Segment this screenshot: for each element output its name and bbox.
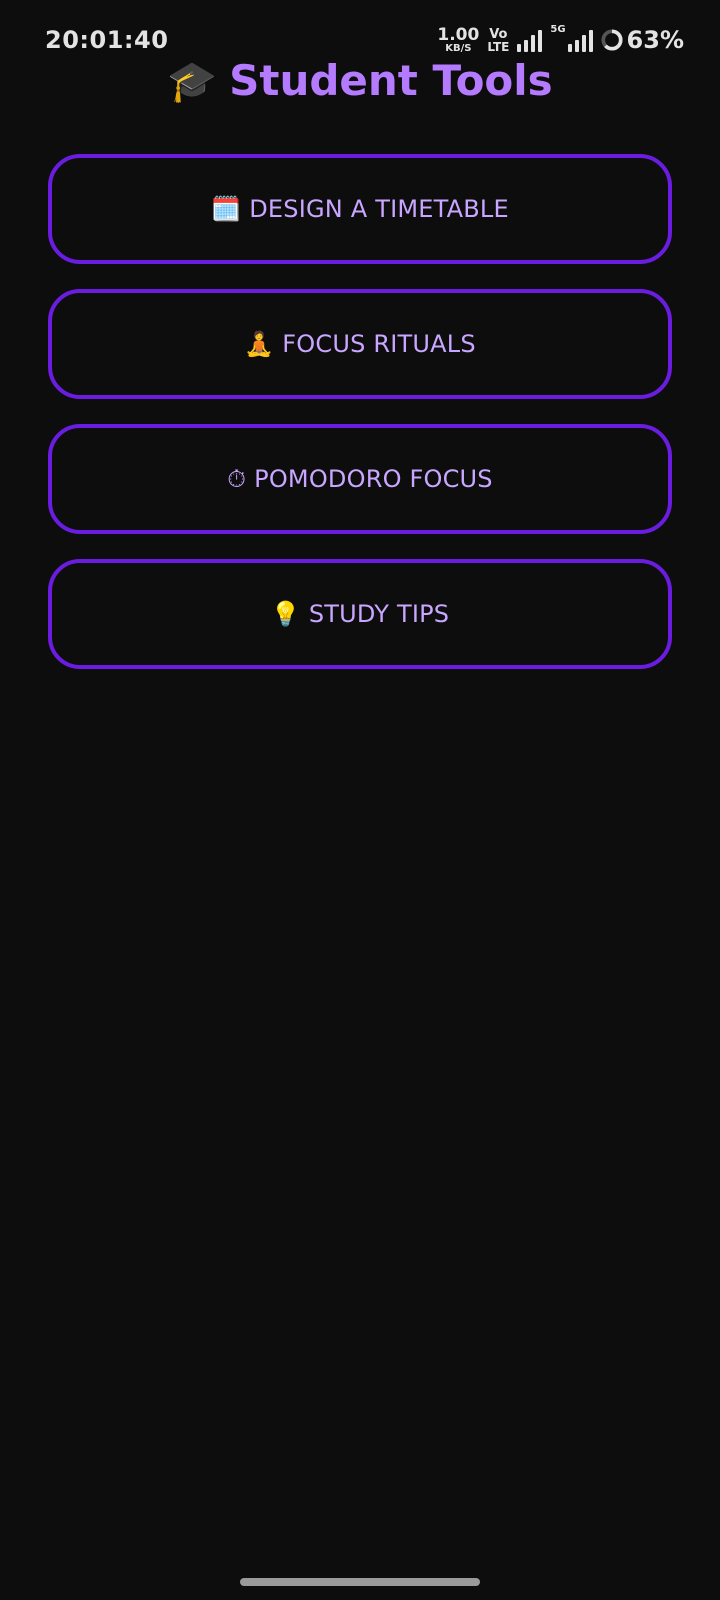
network-speed-unit: KB/S bbox=[445, 42, 472, 54]
study-tips-button[interactable]: 💡 STUDY TIPS bbox=[48, 559, 672, 669]
battery-percent: 63% bbox=[626, 26, 684, 54]
pomodoro-focus-button[interactable]: ⏱ POMODORO FOCUS bbox=[48, 424, 672, 534]
tool-button-label: STUDY TIPS bbox=[308, 600, 450, 628]
stopwatch-icon: ⏱ bbox=[227, 465, 247, 493]
calendar-icon: 🗓️ bbox=[211, 195, 242, 223]
status-time: 20:01:40 bbox=[45, 26, 169, 54]
tool-button-label: POMODORO FOCUS bbox=[254, 465, 493, 493]
volte-indicator: Vo LTE bbox=[487, 28, 509, 53]
volte-top: Vo bbox=[489, 26, 508, 42]
home-indicator[interactable] bbox=[240, 1578, 480, 1586]
network-speed: 1.00 KB/S bbox=[437, 24, 480, 54]
graduation-cap-icon: 🎓 bbox=[167, 59, 218, 105]
volte-bottom: LTE bbox=[487, 39, 510, 54]
battery-ring-icon bbox=[601, 29, 623, 51]
tool-list: 🗓️ DESIGN A TIMETABLE 🧘 FOCUS RITUALS ⏱ … bbox=[48, 154, 672, 694]
status-icons: 1.00 KB/S Vo LTE 5G 63% bbox=[437, 24, 684, 54]
network-gen-label: 5G bbox=[550, 24, 566, 35]
design-timetable-button[interactable]: 🗓️ DESIGN A TIMETABLE bbox=[48, 154, 672, 264]
page-title: 🎓 Student Tools bbox=[0, 56, 720, 105]
signal-icon-sim1 bbox=[517, 28, 543, 52]
meditation-icon: 🧘 bbox=[244, 330, 275, 358]
network-speed-value: 1.00 bbox=[437, 24, 480, 45]
battery-indicator: 63% bbox=[601, 26, 684, 54]
signal-icon-sim2 bbox=[567, 28, 593, 52]
tool-button-label: DESIGN A TIMETABLE bbox=[249, 195, 509, 223]
page-title-text: Student Tools bbox=[229, 56, 553, 105]
lightbulb-icon: 💡 bbox=[270, 600, 301, 628]
focus-rituals-button[interactable]: 🧘 FOCUS RITUALS bbox=[48, 289, 672, 399]
tool-button-label: FOCUS RITUALS bbox=[282, 330, 476, 358]
